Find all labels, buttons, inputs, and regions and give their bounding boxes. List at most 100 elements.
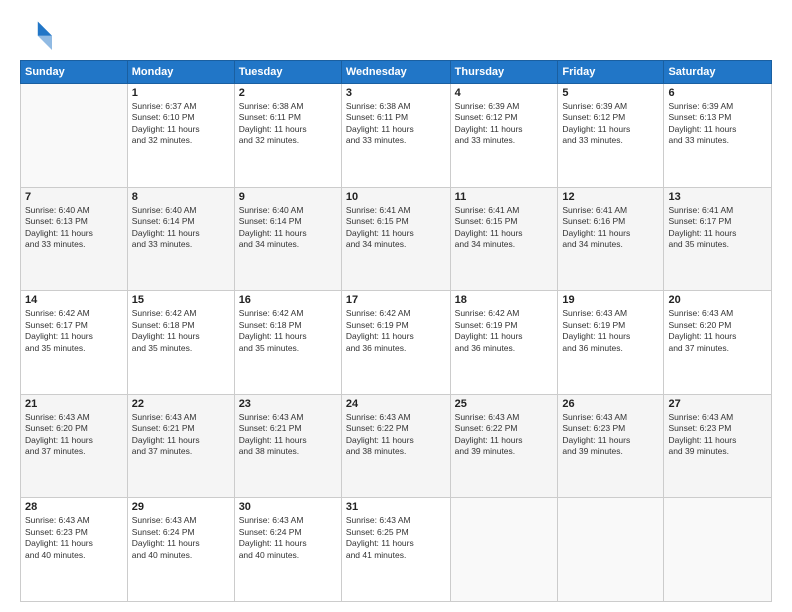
day-info: Sunrise: 6:39 AM Sunset: 6:12 PM Dayligh… [562, 101, 659, 147]
calendar-week-5: 28 Sunrise: 6:43 AM Sunset: 6:23 PM Dayli… [21, 498, 772, 602]
calendar-week-1: 1Sunrise: 6:37 AM Sunset: 6:10 PM Daylig… [21, 84, 772, 188]
day-number: 29 [132, 501, 230, 513]
day-info: Sunrise: 6:39 AM Sunset: 6:12 PM Dayligh… [455, 101, 554, 147]
day-info: Sunrise: 6:40 AM Sunset: 6:14 PM Dayligh… [132, 205, 230, 251]
calendar-cell [664, 498, 772, 602]
calendar-cell: 21Sunrise: 6:43 AM Sunset: 6:20 PM Dayli… [21, 394, 128, 498]
day-number: 30 [239, 501, 337, 513]
day-number: 22 [132, 398, 230, 410]
calendar-week-2: 7Sunrise: 6:40 AM Sunset: 6:13 PM Daylig… [21, 187, 772, 291]
calendar-cell: 12 Sunrise: 6:41 AM Sunset: 6:16 PM Dayli… [558, 187, 664, 291]
calendar-cell: 5 Sunrise: 6:39 AM Sunset: 6:12 PM Daylig… [558, 84, 664, 188]
day-info: Sunrise: 6:42 AM Sunset: 6:18 PM Dayligh… [132, 308, 230, 354]
calendar-cell: 20 Sunrise: 6:43 AM Sunset: 6:20 PM Dayli… [664, 291, 772, 395]
logo-icon [20, 18, 52, 50]
calendar-header: SundayMondayTuesdayWednesdayThursdayFrid… [21, 61, 772, 84]
calendar-cell: 8 Sunrise: 6:40 AM Sunset: 6:14 PM Daylig… [127, 187, 234, 291]
day-number: 18 [455, 294, 554, 306]
day-number: 3 [346, 87, 446, 99]
calendar-cell: 29 Sunrise: 6:43 AM Sunset: 6:24 PM Dayli… [127, 498, 234, 602]
day-number: 15 [132, 294, 230, 306]
day-number: 10 [346, 191, 446, 203]
weekday-header-monday: Monday [127, 61, 234, 84]
calendar-cell: 23Sunrise: 6:43 AM Sunset: 6:21 PM Dayli… [234, 394, 341, 498]
calendar-cell [558, 498, 664, 602]
day-info: Sunrise: 6:41 AM Sunset: 6:16 PM Dayligh… [562, 205, 659, 251]
day-info: Sunrise: 6:38 AM Sunset: 6:11 PM Dayligh… [346, 101, 446, 147]
calendar-cell: 16 Sunrise: 6:42 AM Sunset: 6:18 PM Dayli… [234, 291, 341, 395]
day-number: 26 [562, 398, 659, 410]
calendar-week-4: 21Sunrise: 6:43 AM Sunset: 6:20 PM Dayli… [21, 394, 772, 498]
calendar-cell: 22 Sunrise: 6:43 AM Sunset: 6:21 PM Dayli… [127, 394, 234, 498]
calendar-cell: 17 Sunrise: 6:42 AM Sunset: 6:19 PM Dayli… [341, 291, 450, 395]
calendar-cell: 30 Sunrise: 6:43 AM Sunset: 6:24 PM Dayli… [234, 498, 341, 602]
calendar-cell: 26 Sunrise: 6:43 AM Sunset: 6:23 PM Dayli… [558, 394, 664, 498]
calendar-cell [450, 498, 558, 602]
day-number: 6 [668, 87, 767, 99]
calendar-cell: 6 Sunrise: 6:39 AM Sunset: 6:13 PM Daylig… [664, 84, 772, 188]
day-number: 19 [562, 294, 659, 306]
calendar-cell: 25 Sunrise: 6:43 AM Sunset: 6:22 PM Dayli… [450, 394, 558, 498]
day-number: 11 [455, 191, 554, 203]
day-info: Sunrise: 6:43 AM Sunset: 6:23 PM Dayligh… [668, 412, 767, 458]
calendar-cell: 1Sunrise: 6:37 AM Sunset: 6:10 PM Daylig… [127, 84, 234, 188]
calendar-cell: 7Sunrise: 6:40 AM Sunset: 6:13 PM Daylig… [21, 187, 128, 291]
day-info: Sunrise: 6:43 AM Sunset: 6:19 PM Dayligh… [562, 308, 659, 354]
calendar-cell: 4 Sunrise: 6:39 AM Sunset: 6:12 PM Daylig… [450, 84, 558, 188]
day-number: 17 [346, 294, 446, 306]
calendar-cell: 31Sunrise: 6:43 AM Sunset: 6:25 PM Dayli… [341, 498, 450, 602]
calendar-cell: 24Sunrise: 6:43 AM Sunset: 6:22 PM Dayli… [341, 394, 450, 498]
calendar-cell: 3 Sunrise: 6:38 AM Sunset: 6:11 PM Daylig… [341, 84, 450, 188]
day-info: Sunrise: 6:40 AM Sunset: 6:14 PM Dayligh… [239, 205, 337, 251]
weekday-header-saturday: Saturday [664, 61, 772, 84]
calendar-cell: 18Sunrise: 6:42 AM Sunset: 6:19 PM Dayli… [450, 291, 558, 395]
weekday-header-sunday: Sunday [21, 61, 128, 84]
day-info: Sunrise: 6:41 AM Sunset: 6:15 PM Dayligh… [455, 205, 554, 251]
day-number: 16 [239, 294, 337, 306]
day-info: Sunrise: 6:42 AM Sunset: 6:17 PM Dayligh… [25, 308, 123, 354]
day-info: Sunrise: 6:43 AM Sunset: 6:24 PM Dayligh… [132, 515, 230, 561]
day-number: 5 [562, 87, 659, 99]
day-info: Sunrise: 6:42 AM Sunset: 6:18 PM Dayligh… [239, 308, 337, 354]
day-number: 24 [346, 398, 446, 410]
day-info: Sunrise: 6:43 AM Sunset: 6:22 PM Dayligh… [455, 412, 554, 458]
calendar-cell: 27 Sunrise: 6:43 AM Sunset: 6:23 PM Dayli… [664, 394, 772, 498]
weekday-header-friday: Friday [558, 61, 664, 84]
day-info: Sunrise: 6:43 AM Sunset: 6:25 PM Dayligh… [346, 515, 446, 561]
calendar-cell: 11 Sunrise: 6:41 AM Sunset: 6:15 PM Dayli… [450, 187, 558, 291]
day-info: Sunrise: 6:43 AM Sunset: 6:20 PM Dayligh… [668, 308, 767, 354]
day-info: Sunrise: 6:39 AM Sunset: 6:13 PM Dayligh… [668, 101, 767, 147]
day-number: 20 [668, 294, 767, 306]
day-number: 25 [455, 398, 554, 410]
day-number: 13 [668, 191, 767, 203]
calendar-cell: 14 Sunrise: 6:42 AM Sunset: 6:17 PM Dayli… [21, 291, 128, 395]
day-info: Sunrise: 6:43 AM Sunset: 6:24 PM Dayligh… [239, 515, 337, 561]
day-number: 28 [25, 501, 123, 513]
calendar-cell: 10Sunrise: 6:41 AM Sunset: 6:15 PM Dayli… [341, 187, 450, 291]
day-number: 12 [562, 191, 659, 203]
calendar-cell: 9Sunrise: 6:40 AM Sunset: 6:14 PM Daylig… [234, 187, 341, 291]
calendar-cell: 15 Sunrise: 6:42 AM Sunset: 6:18 PM Dayli… [127, 291, 234, 395]
logo [20, 18, 56, 50]
day-info: Sunrise: 6:42 AM Sunset: 6:19 PM Dayligh… [346, 308, 446, 354]
day-number: 1 [132, 87, 230, 99]
day-info: Sunrise: 6:43 AM Sunset: 6:23 PM Dayligh… [25, 515, 123, 561]
calendar-cell: 2Sunrise: 6:38 AM Sunset: 6:11 PM Daylig… [234, 84, 341, 188]
page: SundayMondayTuesdayWednesdayThursdayFrid… [0, 0, 792, 612]
weekday-header-thursday: Thursday [450, 61, 558, 84]
calendar-cell: 13 Sunrise: 6:41 AM Sunset: 6:17 PM Dayli… [664, 187, 772, 291]
day-number: 4 [455, 87, 554, 99]
day-number: 21 [25, 398, 123, 410]
day-number: 14 [25, 294, 123, 306]
day-number: 23 [239, 398, 337, 410]
day-number: 8 [132, 191, 230, 203]
header [20, 18, 772, 50]
day-info: Sunrise: 6:43 AM Sunset: 6:23 PM Dayligh… [562, 412, 659, 458]
day-info: Sunrise: 6:41 AM Sunset: 6:17 PM Dayligh… [668, 205, 767, 251]
day-number: 27 [668, 398, 767, 410]
day-info: Sunrise: 6:43 AM Sunset: 6:21 PM Dayligh… [132, 412, 230, 458]
day-number: 2 [239, 87, 337, 99]
calendar-cell: 28 Sunrise: 6:43 AM Sunset: 6:23 PM Dayli… [21, 498, 128, 602]
calendar-body: 1Sunrise: 6:37 AM Sunset: 6:10 PM Daylig… [21, 84, 772, 602]
calendar-cell [21, 84, 128, 188]
